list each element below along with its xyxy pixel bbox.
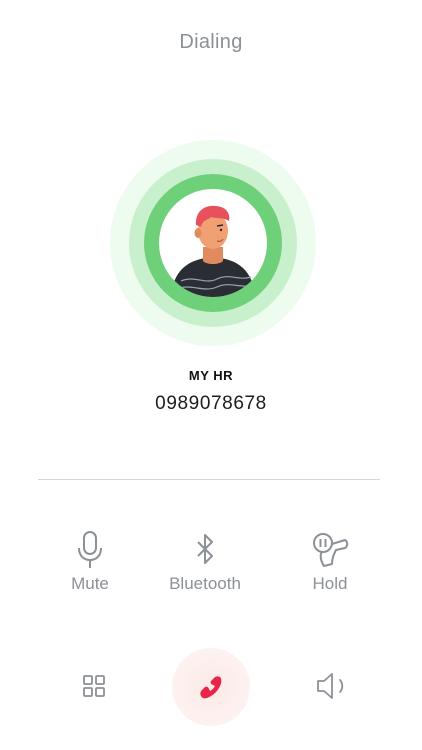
call-status: Dialing xyxy=(179,31,243,53)
divider xyxy=(38,479,380,480)
speaker-icon xyxy=(317,673,344,699)
speaker-button[interactable] xyxy=(316,672,350,705)
bluetooth-label: Bluetooth xyxy=(169,574,241,593)
end-call-button[interactable] xyxy=(172,648,250,726)
avatar-image xyxy=(159,189,267,297)
keypad-button[interactable] xyxy=(82,674,106,703)
hold-button[interactable]: Hold xyxy=(275,530,385,594)
contact-name: MY HR xyxy=(188,368,234,383)
mute-label: Mute xyxy=(71,574,109,593)
keypad-grid-icon xyxy=(83,675,105,697)
contact-avatar xyxy=(110,140,316,346)
bluetooth-icon xyxy=(197,534,213,564)
mute-button[interactable]: Mute xyxy=(35,530,145,594)
microphone-icon xyxy=(78,531,102,568)
hold-label: Hold xyxy=(312,574,348,593)
phone-number: 0989078678 xyxy=(155,393,267,414)
person-illustration-icon xyxy=(171,205,256,297)
bluetooth-button[interactable]: Bluetooth xyxy=(150,530,260,594)
hold-icon xyxy=(313,533,349,567)
phone-hangup-icon xyxy=(200,676,222,699)
